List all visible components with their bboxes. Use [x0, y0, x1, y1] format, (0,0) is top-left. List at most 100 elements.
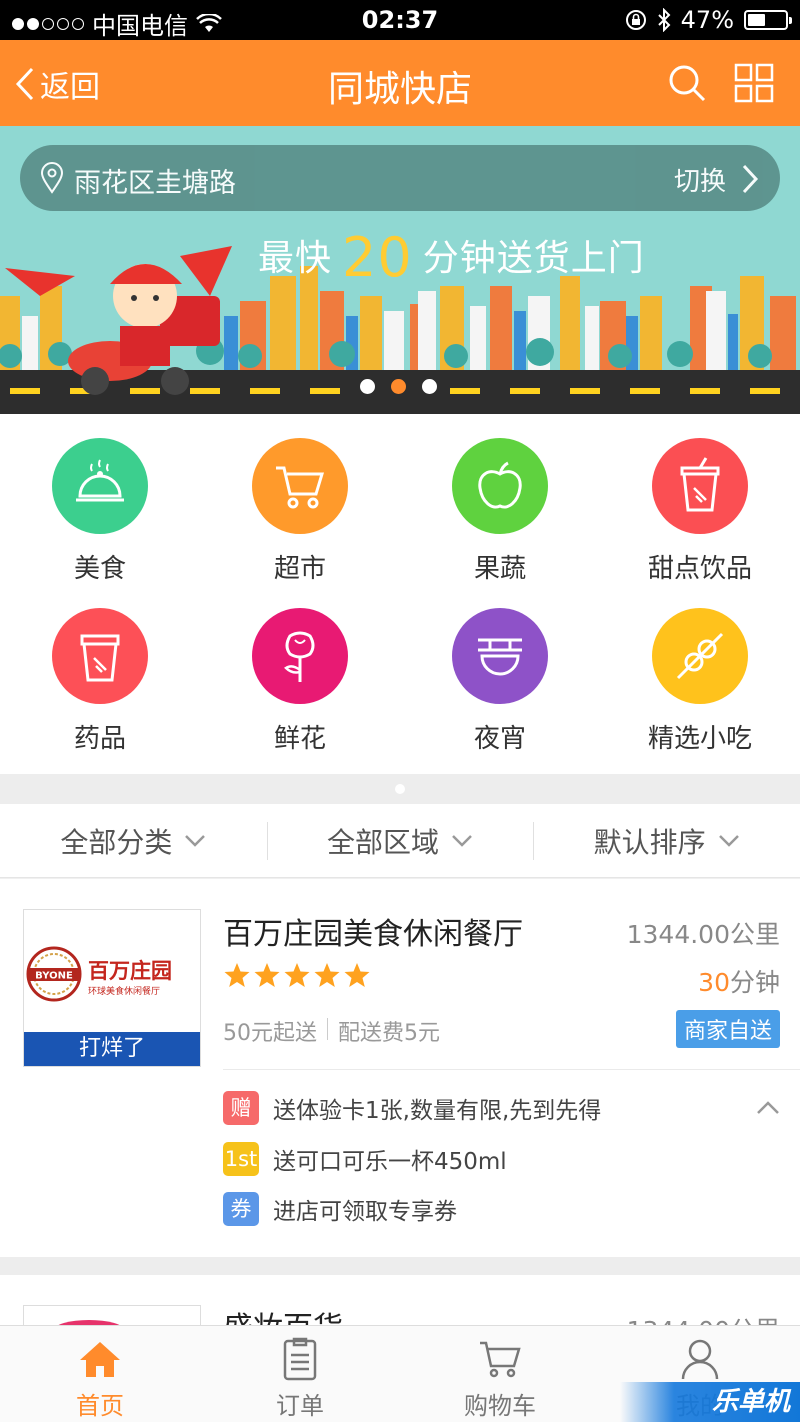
battery-percent: 47% [680, 6, 734, 34]
noodle-bowl-icon [452, 608, 548, 704]
user-icon [681, 1339, 719, 1380]
chevron-right-icon [742, 164, 759, 194]
promo-item: 1st 送可口可乐一杯450ml [223, 1142, 507, 1176]
shop-distance: 1344.00公里 [626, 920, 780, 949]
star-icon [224, 963, 250, 987]
category-label: 果蔬 [473, 554, 526, 584]
promo-banner[interactable]: 雨花区圭塘路 切换 最快 20 分钟送货上门 [0, 126, 800, 414]
chevron-down-icon [185, 834, 206, 847]
category-label: 超市 [273, 554, 326, 584]
shop-meta: 50元起送 配送费5元 [223, 1015, 440, 1047]
tab-label: 订单 [276, 1392, 324, 1420]
gift-badge-icon: 赠 [223, 1091, 259, 1125]
star-icon [284, 963, 310, 987]
category-flowers[interactable]: 鲜花 [200, 608, 400, 755]
category-label: 美食 [73, 554, 126, 584]
shop-status-closed: 打烊了 [24, 1032, 200, 1066]
switch-location-button[interactable]: 切换 [674, 161, 726, 198]
medicine-cup-icon [52, 608, 148, 704]
slogan-suffix: 分钟送货上门 [422, 238, 645, 279]
shopping-cart-icon [252, 438, 348, 534]
promo-item: 赠 送体验卡1张,数量有限,先到先得 [223, 1091, 601, 1125]
delivery-time: 30分钟 [698, 963, 780, 999]
watermark: 乐单机 [620, 1382, 800, 1422]
shop-card[interactable]: BYONE 百万庄园 环球美食休闲餐厅 打烊了 百万庄园美食休闲餐厅 1344.… [0, 879, 800, 1257]
status-bar: 中国电信 02:37 47% [0, 0, 800, 40]
search-icon[interactable] [666, 62, 708, 104]
battery-icon [744, 10, 792, 30]
category-label: 精选小吃 [647, 724, 752, 754]
drink-cup-icon [652, 438, 748, 534]
banner-slogan: 最快 20 分钟送货上门 [258, 226, 645, 289]
pager-dot[interactable] [422, 379, 437, 394]
filter-label: 全部区域 [327, 825, 440, 859]
category-label: 鲜花 [273, 724, 326, 754]
delivery-time-unit: 分钟 [729, 968, 780, 997]
location-pin-icon [40, 162, 64, 194]
category-fruit-veg[interactable]: 果蔬 [400, 438, 600, 585]
grid-pager [0, 774, 800, 804]
category-food[interactable]: 美食 [0, 438, 200, 585]
location-address: 雨花区圭塘路 [74, 168, 236, 199]
filter-bar: 全部分类 全部区域 默认排序 [0, 804, 800, 878]
category-supermarket[interactable]: 超市 [200, 438, 400, 585]
grid-menu-icon[interactable] [733, 62, 775, 104]
food-cloche-icon [52, 438, 148, 534]
tab-label: 首页 [76, 1392, 124, 1420]
category-grid: 美食 超市 果蔬 甜点饮品 药品 鲜花 夜宵 精选小吃 [0, 414, 800, 774]
delivery-fee: 配送费5元 [338, 1021, 440, 1046]
cart-icon [480, 1341, 521, 1378]
tab-label: 购物车 [464, 1392, 536, 1420]
star-icon [344, 963, 370, 987]
slogan-prefix: 最快 [258, 238, 333, 279]
bottom-tab-bar: 首页 订单 购物车 我的 乐单机 [0, 1325, 800, 1422]
filter-area[interactable]: 全部区域 [266, 804, 534, 877]
chevron-up-icon[interactable] [756, 1099, 780, 1115]
tab-home[interactable]: 首页 [0, 1326, 200, 1422]
bluetooth-icon [657, 8, 671, 32]
star-icon [314, 963, 340, 987]
grid-pager-dot [395, 784, 405, 794]
chevron-down-icon [452, 834, 472, 847]
shop-logo-image: BYONE 百万庄园 环球美食休闲餐厅 [26, 946, 172, 1002]
slogan-number: 20 [342, 226, 413, 289]
rose-icon [252, 608, 348, 704]
location-bar[interactable]: 雨花区圭塘路 切换 [20, 145, 780, 211]
tab-orders[interactable]: 订单 [200, 1326, 400, 1422]
logo-tagline-text: 环球美食休闲餐厅 [88, 985, 160, 997]
shop-name[interactable]: 百万庄园美食休闲餐厅 [223, 909, 523, 953]
promo-item: 券 进店可领取专享券 [223, 1192, 457, 1226]
category-snacks[interactable]: 精选小吃 [600, 608, 800, 755]
coupon-badge-icon: 券 [223, 1192, 259, 1226]
shop-logo[interactable]: BYONE 百万庄园 环球美食休闲餐厅 打烊了 [23, 909, 201, 1067]
star-icon [254, 963, 280, 987]
home-icon [80, 1342, 120, 1377]
rotation-lock-icon [625, 10, 646, 30]
pager-dot-active[interactable] [391, 379, 406, 394]
rating-stars [223, 961, 371, 989]
promo-text: 送可口可乐一杯450ml [273, 1149, 507, 1175]
category-medicine[interactable]: 药品 [0, 608, 200, 755]
pager-dot[interactable] [360, 379, 375, 394]
category-dessert-drinks[interactable]: 甜点饮品 [600, 438, 800, 585]
tab-cart[interactable]: 购物车 [400, 1326, 600, 1422]
promo-text: 送体验卡1张,数量有限,先到先得 [273, 1098, 602, 1124]
apple-icon [452, 438, 548, 534]
first-order-badge-icon: 1st [223, 1142, 259, 1176]
category-late-night[interactable]: 夜宵 [400, 608, 600, 755]
filter-label: 全部分类 [60, 825, 173, 859]
category-label: 夜宵 [473, 724, 526, 754]
filter-category[interactable]: 全部分类 [0, 804, 267, 877]
logo-brand-text: BYONE [35, 971, 73, 982]
delivery-tag: 商家自送 [675, 1010, 780, 1048]
min-order: 50元起送 [223, 1021, 317, 1046]
filter-sort[interactable]: 默认排序 [533, 804, 800, 877]
chevron-down-icon [718, 834, 739, 847]
order-list-icon [283, 1337, 317, 1381]
filter-label: 默认排序 [593, 825, 706, 859]
skewer-icon [652, 608, 748, 704]
banner-pager [360, 379, 437, 394]
logo-name-text: 百万庄园 [88, 959, 172, 983]
category-label: 甜点饮品 [647, 554, 752, 584]
delivery-time-value: 30 [698, 968, 730, 997]
